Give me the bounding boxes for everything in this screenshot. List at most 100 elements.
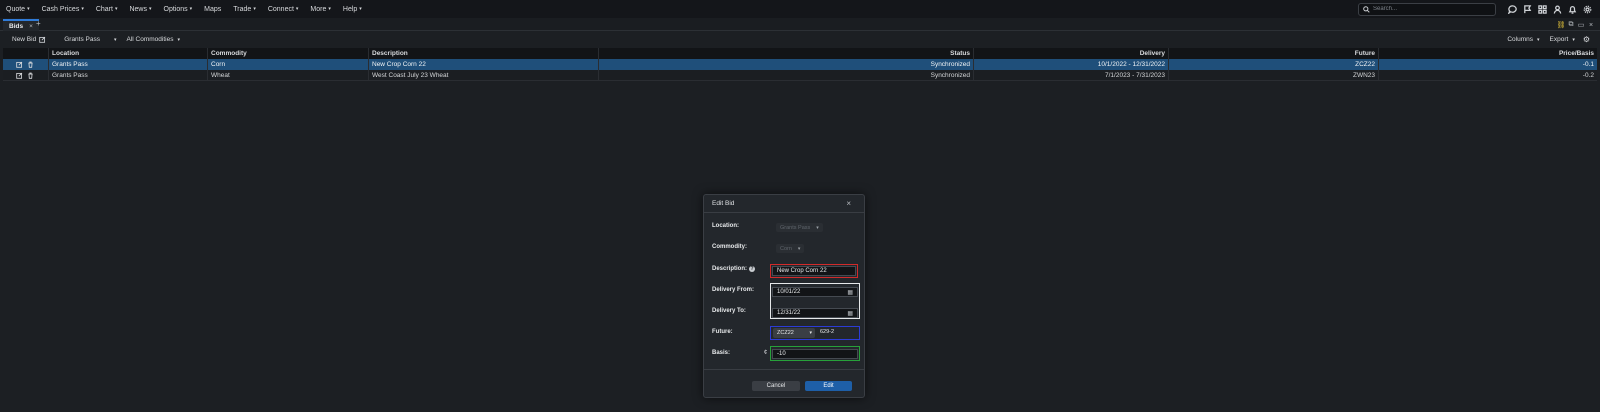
table-row[interactable]: Grants Pass Corn New Crop Corn 22 Synchr…: [3, 59, 1597, 70]
bids-toolbar: New Bid Grants Pass ▾ All Commodities ▾ …: [0, 32, 1600, 47]
chevron-down-icon: ▾: [189, 6, 193, 12]
chevron-down-icon: ▾: [816, 224, 819, 231]
link-icon[interactable]: ⛓: [1556, 20, 1566, 30]
add-tab-button[interactable]: +: [36, 19, 41, 28]
columns-dropdown[interactable]: Columns ▾: [1507, 36, 1539, 43]
header-location[interactable]: Location: [49, 48, 208, 59]
delivery-from-field[interactable]: 10/01/22 ▦: [772, 287, 858, 297]
edit-bid-dialog: Edit Bid × Location: Grants Pass ▾ Commo…: [703, 194, 865, 398]
chevron-down-icon: ▾: [177, 36, 180, 43]
location-select: Grants Pass ▾: [776, 223, 823, 232]
header-description[interactable]: Description: [369, 48, 599, 59]
chevron-down-icon: ▾: [328, 6, 331, 12]
header-status[interactable]: Status: [599, 48, 974, 59]
menu-chart[interactable]: Chart ▾: [96, 6, 118, 13]
search-box: [1358, 2, 1496, 16]
window-controls: ⛓ ⧉ ▭ ×: [1556, 20, 1596, 30]
popout-icon[interactable]: ⧉: [1566, 20, 1576, 30]
tab-strip: Bids × + ⛓ ⧉ ▭ ×: [0, 18, 1600, 31]
trash-icon[interactable]: [26, 61, 34, 69]
edit-icon[interactable]: [15, 71, 23, 79]
menu-help[interactable]: Help ▾: [343, 6, 362, 13]
basis-field[interactable]: -10: [772, 349, 858, 359]
chevron-down-icon: ▾: [81, 6, 84, 12]
close-tab-icon[interactable]: ×: [29, 23, 33, 30]
grid-header-row: Location Commodity Description Status De…: [3, 48, 1597, 59]
description-field[interactable]: New Crop Corn 22: [772, 266, 856, 276]
location-filter-dropdown[interactable]: Grants Pass ▾: [64, 36, 116, 43]
future-select[interactable]: ZCZ22 ▾: [773, 328, 815, 338]
cell-description: West Coast July 23 Wheat: [369, 69, 599, 81]
menu-news[interactable]: News ▾: [129, 6, 151, 13]
chevron-down-icon: ▾: [114, 6, 118, 12]
cell-description: New Crop Corn 22: [369, 59, 599, 70]
edit-button[interactable]: Edit: [805, 381, 852, 391]
cell-location: Grants Pass: [49, 59, 208, 70]
calendar-icon[interactable]: ▦: [847, 289, 853, 296]
grid-icon[interactable]: [1535, 2, 1549, 16]
dialog-header: Edit Bid ×: [704, 195, 864, 213]
dialog-footer: Cancel Edit: [704, 369, 864, 398]
chevron-down-icon: ▾: [797, 245, 801, 252]
new-bid-button[interactable]: New Bid: [12, 36, 46, 43]
basis-unit: ¢: [764, 350, 768, 356]
chevron-down-icon: ▾: [809, 330, 812, 336]
calendar-icon[interactable]: ▦: [847, 310, 853, 317]
cell-price-basis: -0.1: [1582, 61, 1594, 68]
delivery-from-label: Delivery From:: [712, 287, 755, 293]
delivery-to-label: Delivery To:: [712, 308, 746, 314]
commodity-label: Commodity:: [712, 244, 747, 250]
maximize-icon[interactable]: ▭: [1576, 20, 1586, 30]
main-menu: Quote ▾ Cash Prices ▾ Chart ▾ News ▾ Options…: [0, 0, 374, 18]
edit-icon: [36, 36, 46, 43]
export-dropdown[interactable]: Export ▾: [1550, 36, 1575, 43]
nav-actions: [1358, 2, 1594, 16]
table-row[interactable]: Grants Pass Wheat West Coast July 23 Whe…: [3, 69, 1597, 81]
settings-gear-icon[interactable]: ⚙: [1583, 35, 1590, 44]
menu-cash-prices[interactable]: Cash Prices ▾: [42, 6, 84, 13]
flag-icon[interactable]: [1520, 2, 1534, 16]
tab-bids[interactable]: Bids ×: [3, 19, 39, 31]
header-future[interactable]: Future: [1169, 48, 1379, 59]
menu-options[interactable]: Options ▾: [164, 6, 193, 13]
trash-icon[interactable]: [26, 71, 34, 79]
description-label: Description: ?: [712, 266, 756, 272]
menu-trade[interactable]: Trade ▾: [233, 6, 256, 13]
dialog-title: Edit Bid: [712, 200, 735, 207]
chevron-down-icon: ▾: [253, 6, 256, 12]
cell-delivery: 7/1/2023 - 7/31/2023: [974, 69, 1169, 81]
menu-quote[interactable]: Quote ▾: [6, 6, 30, 13]
basis-label: Basis:: [712, 350, 731, 356]
top-nav: Quote ▾ Cash Prices ▾ Chart ▾ News ▾ Options…: [0, 0, 1600, 18]
chevron-down-icon: ▾: [113, 36, 117, 43]
close-panel-icon[interactable]: ×: [1586, 20, 1596, 30]
header-price-basis[interactable]: Price/Basis: [1379, 48, 1597, 59]
chevron-down-icon: ▾: [295, 6, 299, 12]
help-icon[interactable]: ?: [749, 266, 756, 272]
cell-price-basis: -0.2: [1582, 71, 1594, 79]
chat-icon[interactable]: [1505, 2, 1519, 16]
gear-icon[interactable]: [1580, 2, 1594, 16]
menu-more[interactable]: More ▾: [310, 6, 330, 13]
future-price: 629-2: [820, 329, 835, 335]
cell-future: ZWN23: [1169, 69, 1379, 81]
search-input[interactable]: [1373, 6, 1493, 12]
bell-icon[interactable]: [1565, 2, 1579, 16]
delivery-to-field[interactable]: 12/31/22 ▦: [772, 308, 858, 318]
cell-future: ZCZ22: [1169, 59, 1379, 70]
future-label: Future:: [712, 329, 733, 335]
toolbar-right: Columns ▾ Export ▾ ⚙: [1497, 35, 1590, 44]
header-commodity[interactable]: Commodity: [208, 48, 369, 59]
cancel-button[interactable]: Cancel: [752, 381, 800, 391]
user-icon[interactable]: [1550, 2, 1564, 16]
cell-status: Synchronized: [599, 69, 974, 81]
menu-connect[interactable]: Connect ▾: [268, 6, 299, 13]
row-actions: [3, 69, 49, 81]
edit-icon[interactable]: [15, 61, 23, 69]
cell-status: Synchronized: [599, 59, 974, 70]
header-delivery[interactable]: Delivery: [974, 48, 1169, 59]
menu-maps[interactable]: Maps: [204, 6, 221, 13]
close-icon[interactable]: ×: [846, 199, 851, 208]
commodity-filter-dropdown[interactable]: All Commodities ▾: [127, 36, 180, 43]
location-label: Location:: [712, 223, 739, 229]
